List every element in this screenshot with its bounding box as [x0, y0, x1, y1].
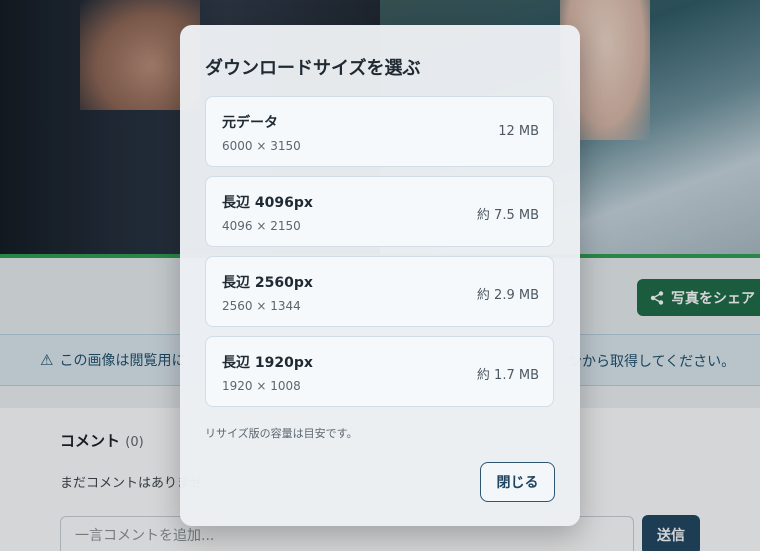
- option-label: 長辺 1920px: [222, 355, 313, 371]
- option-dimensions: 6000 × 3150: [222, 139, 301, 153]
- download-size-dialog: ダウンロードサイズを選ぶ 元データ 6000 × 3150 12 MB 長辺 4…: [180, 25, 580, 526]
- size-option-1920[interactable]: 長辺 1920px 1920 × 1008 約 1.7 MB: [205, 336, 554, 407]
- option-label: 長辺 4096px: [222, 195, 313, 211]
- size-option-4096[interactable]: 長辺 4096px 4096 × 2150 約 7.5 MB: [205, 176, 554, 247]
- size-option-2560[interactable]: 長辺 2560px 2560 × 1344 約 2.9 MB: [205, 256, 554, 327]
- option-dimensions: 1920 × 1008: [222, 379, 301, 393]
- option-file-size: 12 MB: [498, 124, 539, 139]
- option-file-size: 約 7.5 MB: [476, 208, 539, 223]
- resize-size-note: リサイズ版の容量は目安です。: [205, 427, 358, 440]
- option-dimensions: 4096 × 2150: [222, 219, 301, 233]
- option-label: 長辺 2560px: [222, 275, 313, 291]
- option-label: 元データ: [222, 115, 278, 131]
- option-file-size: 約 2.9 MB: [476, 288, 539, 303]
- dialog-title: ダウンロードサイズを選ぶ: [205, 58, 421, 79]
- size-option-original[interactable]: 元データ 6000 × 3150 12 MB: [205, 96, 554, 167]
- close-dialog-button[interactable]: 閉じる: [480, 462, 555, 502]
- option-file-size: 約 1.7 MB: [476, 368, 539, 383]
- option-dimensions: 2560 × 1344: [222, 299, 301, 313]
